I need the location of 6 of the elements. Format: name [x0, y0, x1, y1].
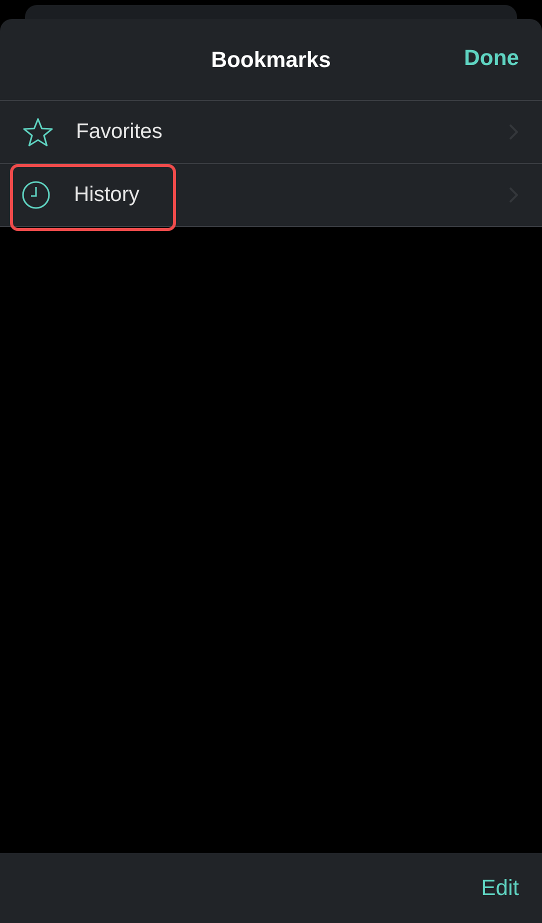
edit-button[interactable]: Edit — [481, 875, 519, 901]
clock-icon — [22, 181, 50, 209]
done-button[interactable]: Done — [464, 45, 519, 71]
star-icon — [22, 117, 54, 147]
list-item[interactable]: Favorites — [0, 101, 542, 164]
sheet-title: Bookmarks — [211, 46, 331, 72]
